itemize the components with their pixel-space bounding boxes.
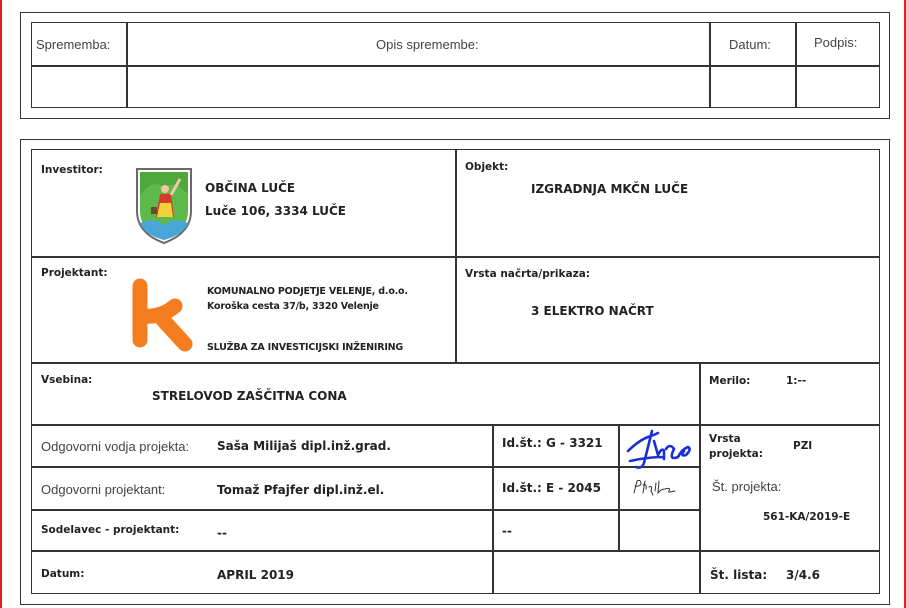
sheet-margin-left-line: [0, 0, 2, 608]
drawing-type-value: 3 ELEKTRO NAČRT: [531, 304, 654, 318]
content-value: STRELOVOD ZAŠČITNA CONA: [152, 389, 347, 403]
date-label: Datum:: [41, 568, 85, 580]
scale-label: Merilo:: [709, 375, 751, 387]
signature-icon: [633, 479, 676, 496]
responsible-designer-label: Odgovorni projektant:: [41, 482, 166, 497]
lead-designer-name: Saša Milijaš dipl.inž.grad.: [217, 439, 391, 453]
lead-designer-signature: [624, 427, 696, 471]
project-type-label-1: Vrsta: [709, 433, 741, 445]
revision-description-header: Opis spremembe:: [376, 37, 479, 52]
municipality-crest-logo: [133, 165, 195, 245]
responsible-designer-id: Id.št.: E - 2045: [502, 481, 601, 495]
investor-label: Investitor:: [41, 164, 103, 176]
object-label: Objekt:: [465, 161, 509, 173]
project-no-label: Št. projekta:: [712, 479, 782, 494]
object-value: IZGRADNJA MKČN LUČE: [531, 182, 689, 196]
responsible-designer-name: Tomaž Pfajfer dipl.inž.el.: [217, 483, 385, 497]
investor-address: Luče 106, 3334 LUČE: [205, 204, 346, 218]
revision-change-header: Sprememba:: [36, 37, 111, 52]
drawing-type-label: Vrsta načrta/prikaza:: [465, 268, 590, 280]
project-type-label-2: projekta:: [709, 448, 763, 460]
designer-department: SLUŽBA ZA INVESTICIJSKI INŽENIRING: [207, 342, 404, 353]
designer-label: Projektant:: [41, 267, 108, 279]
designer-name: KOMUNALNO PODJETJE VELENJE, d.o.o.: [207, 286, 408, 297]
crest-icon: [136, 168, 192, 245]
responsible-designer-signature: [631, 477, 683, 499]
sheet-value: 3/4.6: [786, 568, 820, 582]
lead-designer-label: Odgovorni vodja projekta:: [41, 439, 190, 454]
designer-address: Koroška cesta 37/b, 3320 Velenje: [207, 301, 379, 312]
signature-icon: [626, 429, 691, 469]
project-no-value: 561-KA/2019-E: [763, 511, 851, 523]
lead-designer-id: Id.št.: G - 3321: [502, 436, 603, 450]
scale-value: 1:--: [786, 375, 807, 387]
sheet-label: Št. lista:: [710, 568, 768, 582]
revision-signature-header: Podpis:: [814, 35, 858, 50]
collaborator-id: --: [502, 524, 512, 538]
k-letter-logo-icon: [132, 278, 193, 352]
project-type-value: PZI: [793, 440, 813, 452]
date-value: APRIL 2019: [217, 568, 295, 582]
revision-date-header: Datum:: [729, 37, 771, 52]
collaborator-label: Sodelavec - projektant:: [41, 524, 180, 536]
company-logo: [129, 278, 199, 354]
investor-name: OBČINA LUČE: [205, 181, 296, 195]
title-block: Investitor: OBČINA LUČE Luče 106, 3334 L…: [31, 149, 880, 594]
content-label: Vsebina:: [41, 374, 93, 386]
revision-table: Sprememba: Opis spremembe: Datum: Podpis…: [31, 22, 880, 108]
collaborator-value: --: [217, 526, 227, 540]
